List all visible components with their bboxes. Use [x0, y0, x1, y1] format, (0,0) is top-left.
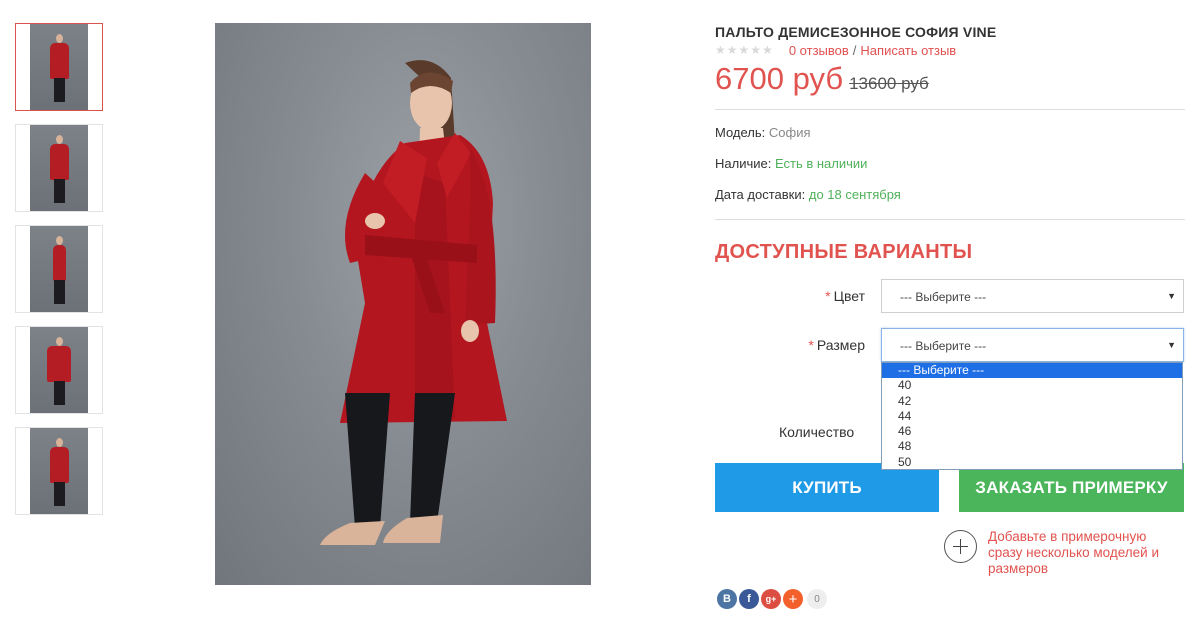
dropdown-arrow-icon: ▼	[1167, 340, 1176, 350]
stock-line: Наличие: Есть в наличии	[715, 156, 1185, 172]
social-share: В f g+ + 0	[717, 589, 827, 609]
buy-button[interactable]: КУПИТЬ	[715, 463, 939, 512]
size-option-item[interactable]: 50	[882, 455, 1182, 470]
model-line: Модель: София	[715, 125, 1185, 141]
thumbnail-2[interactable]	[15, 124, 103, 212]
required-marker: *	[825, 288, 831, 304]
size-option-item[interactable]: 40	[882, 378, 1182, 393]
share-more-icon[interactable]: +	[783, 589, 803, 609]
thumbnail-4[interactable]	[15, 326, 103, 414]
color-select[interactable]: --- Выберите --- ▼	[881, 279, 1184, 313]
thumbnail-list	[15, 23, 103, 528]
stock-label: Наличие:	[715, 156, 772, 171]
divider	[715, 219, 1185, 220]
google-plus-icon[interactable]: g+	[761, 589, 781, 609]
model-label: Модель:	[715, 125, 766, 140]
size-dropdown-list: --- Выберите --- 40 42 44 46 48 50	[881, 362, 1183, 470]
thumbnail-image	[30, 428, 88, 514]
size-option-item[interactable]: 42	[882, 394, 1182, 409]
write-review-link[interactable]: Написать отзыв	[860, 43, 956, 58]
delivery-line: Дата доставки: до 18 сентября	[715, 187, 1185, 203]
star-icon: ★	[726, 43, 738, 57]
dropdown-arrow-icon: ▼	[1167, 291, 1176, 301]
main-product-image[interactable]	[215, 23, 591, 585]
variants-title: Доступные варианты	[715, 241, 973, 263]
divider	[715, 109, 1185, 110]
color-label: * Цвет	[825, 288, 865, 304]
price-row: 6700 руб 13600 руб	[715, 61, 1185, 96]
size-option-item[interactable]: --- Выберите ---	[882, 363, 1182, 379]
required-marker: *	[808, 337, 814, 353]
vk-icon[interactable]: В	[717, 589, 737, 609]
product-info: Пальто демисезонное София VINE ★ ★ ★ ★ ★…	[715, 23, 1185, 264]
thumbnail-5[interactable]	[15, 427, 103, 515]
delivery-value: до 18 сентября	[808, 187, 901, 202]
link-separator: /	[852, 42, 857, 58]
delivery-label: Дата доставки:	[715, 187, 806, 202]
product-title: Пальто демисезонное София VINE	[715, 24, 997, 40]
order-fitting-button[interactable]: ЗАКАЗАТЬ ПРИМЕРКУ	[959, 463, 1184, 512]
stock-value: Есть в наличии	[774, 156, 868, 171]
thumbnail-image	[30, 125, 88, 211]
star-icon: ★	[738, 43, 750, 57]
size-label: * Размер	[808, 337, 865, 353]
thumbnail-3[interactable]	[15, 225, 103, 313]
thumbnail-image	[30, 327, 88, 413]
color-option: * Цвет --- Выберите --- ▼	[715, 279, 1185, 313]
star-icon: ★	[762, 43, 773, 57]
share-count: 0	[807, 589, 827, 609]
quantity-label: Количество	[779, 424, 855, 440]
product-attributes: Модель: София Наличие: Есть в наличии Да…	[715, 125, 1185, 203]
add-circle-icon[interactable]	[944, 530, 977, 563]
size-select[interactable]: --- Выберите --- ▼	[881, 328, 1184, 362]
model-value: София	[768, 125, 811, 140]
model-illustration	[320, 60, 507, 545]
thumbnail-image	[30, 226, 88, 312]
rating-stars: ★ ★ ★ ★ ★	[715, 44, 773, 56]
price-old: 13600 руб	[849, 74, 929, 93]
star-icon: ★	[715, 43, 726, 57]
rating-row: ★ ★ ★ ★ ★ 0 отзывов / Написать отзыв	[715, 42, 1185, 58]
size-option-item[interactable]: 48	[882, 439, 1182, 454]
facebook-icon[interactable]: f	[739, 589, 759, 609]
price-new: 6700 руб	[715, 61, 844, 96]
thumbnail-image	[30, 24, 88, 110]
size-option: * Размер --- Выберите --- ▼	[715, 328, 1185, 362]
add-to-fitting-text[interactable]: Добавьте в примерочную сразу несколько м…	[988, 529, 1184, 577]
star-icon: ★	[750, 43, 762, 57]
size-option-item[interactable]: 46	[882, 424, 1182, 439]
size-option-item[interactable]: 44	[882, 409, 1182, 424]
reviews-link[interactable]: 0 отзывов	[789, 43, 849, 58]
thumbnail-1[interactable]	[15, 23, 103, 111]
